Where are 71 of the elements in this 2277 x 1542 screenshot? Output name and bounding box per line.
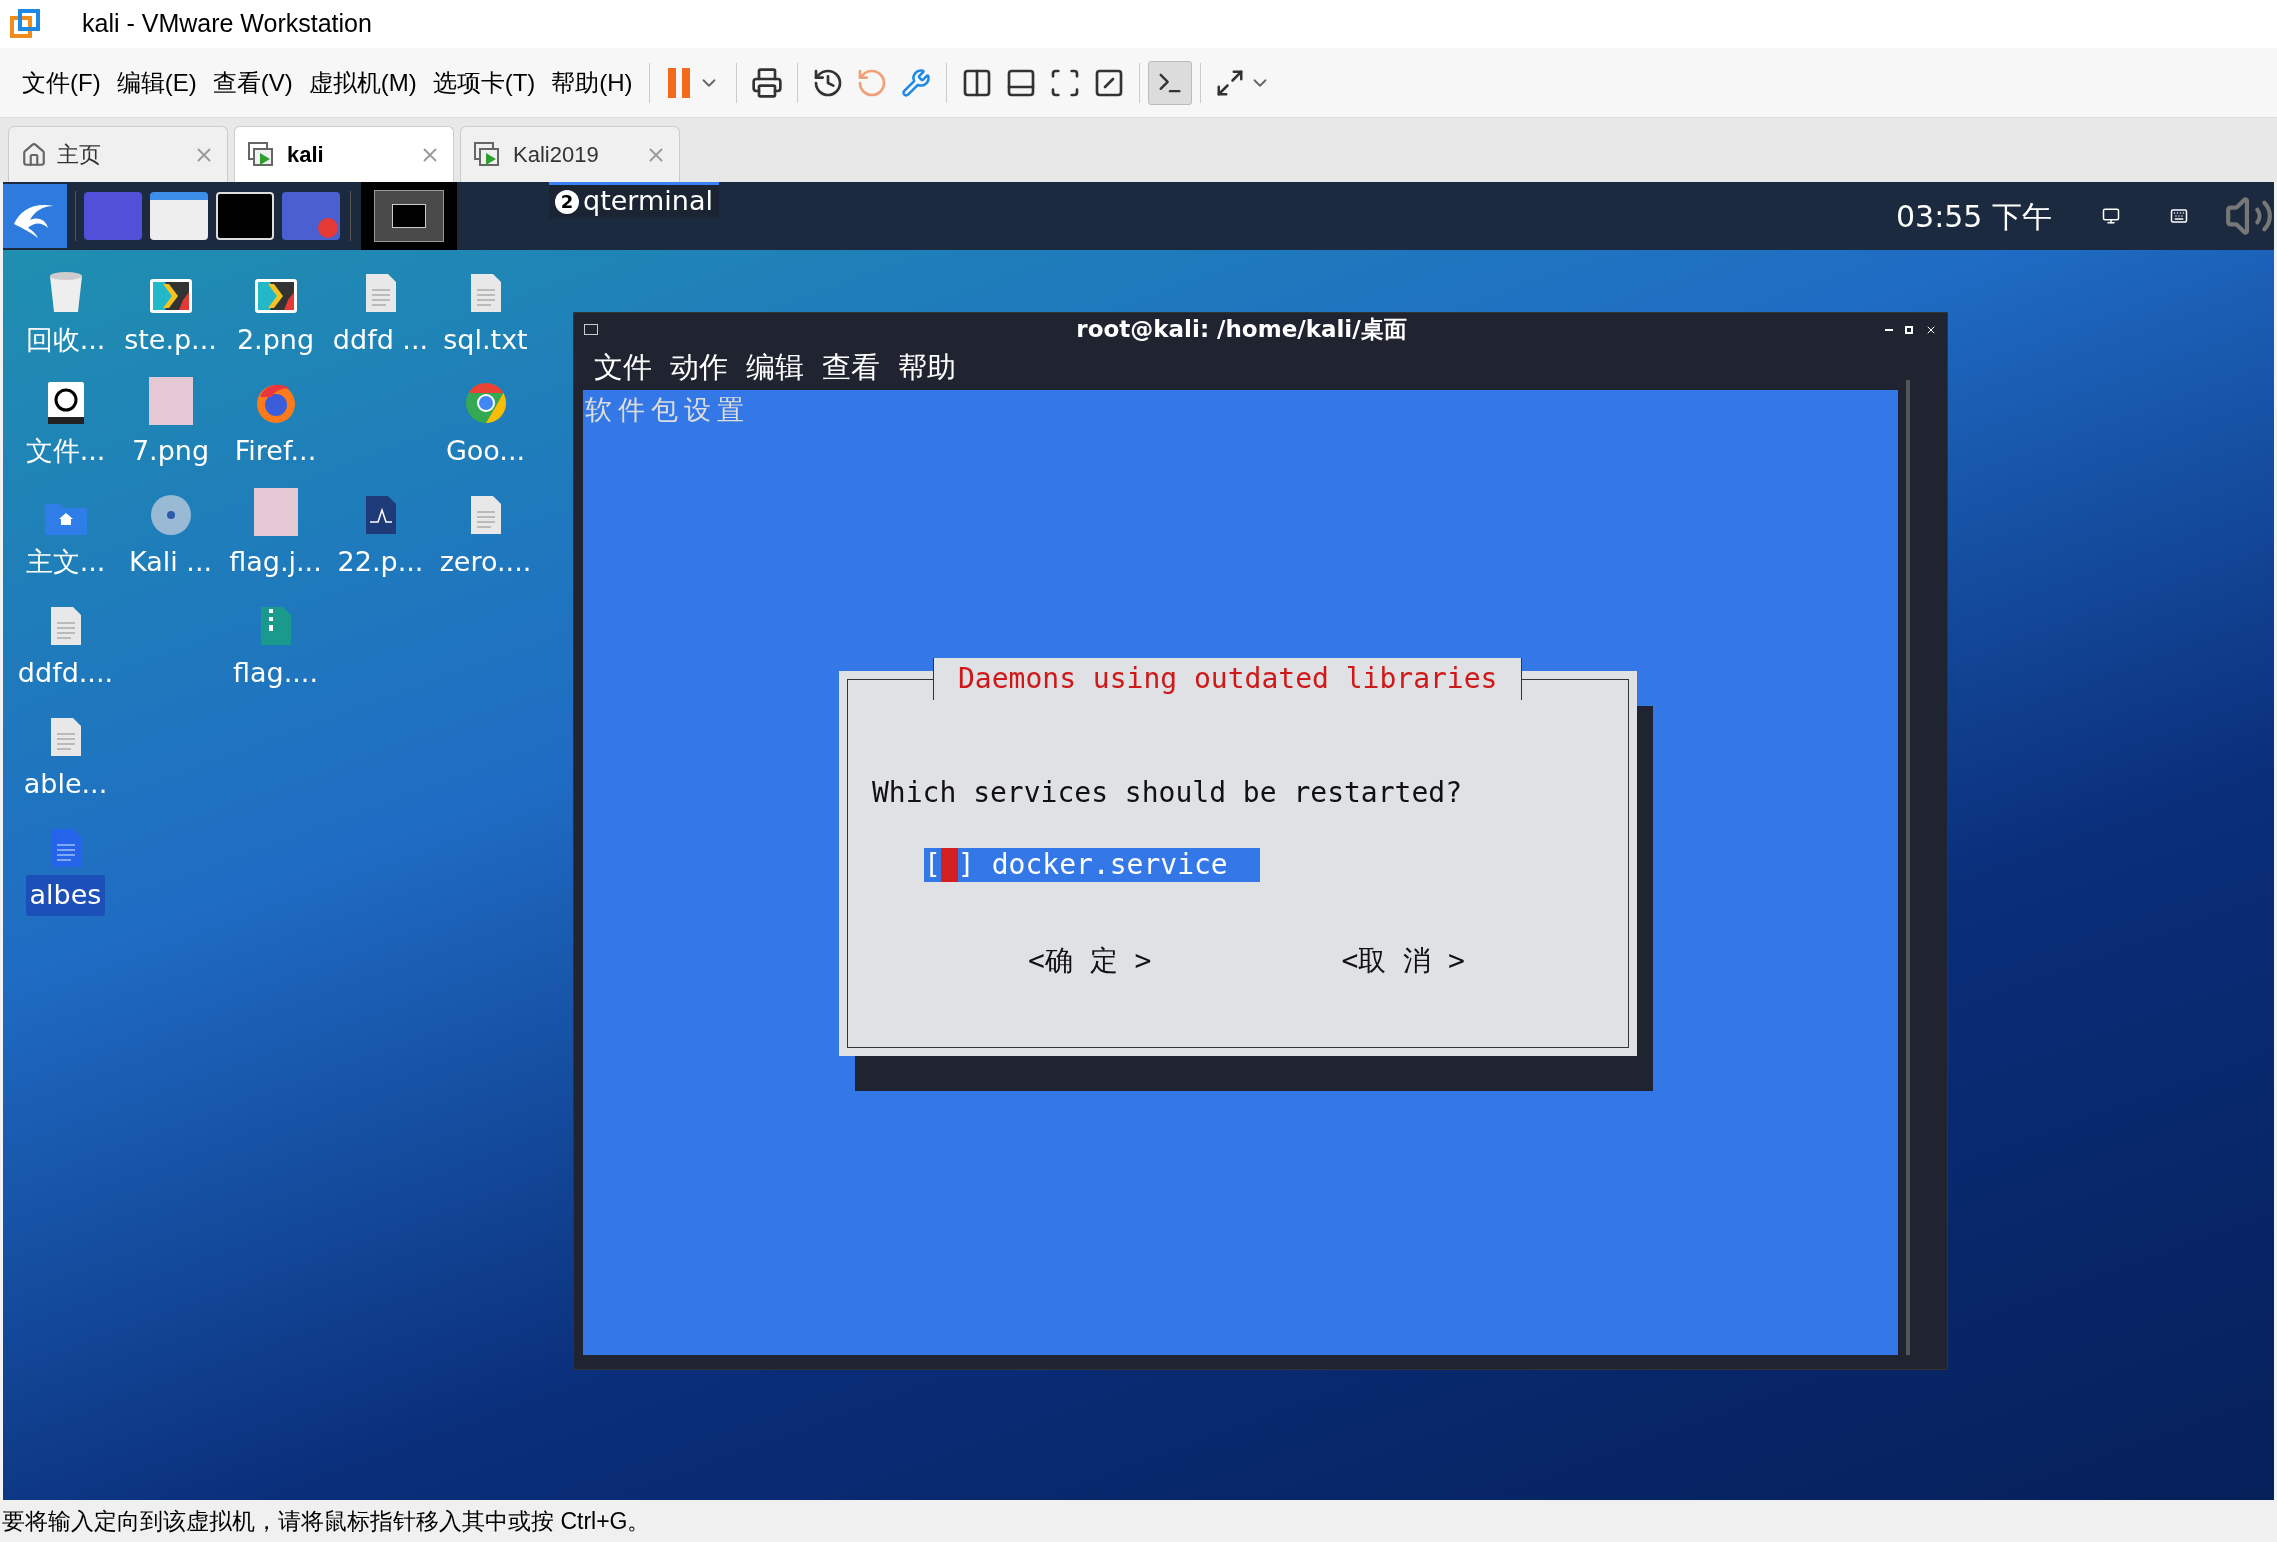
terminal-launcher-icon[interactable] [216,192,274,240]
menu-item[interactable]: 文件 [588,346,658,390]
maximize-icon[interactable] [1905,325,1913,334]
desktop-icon-label[interactable]: Firef... [230,431,321,472]
disc-icon [149,494,192,536]
text-file-icon [468,272,503,314]
tab[interactable]: kali [234,126,454,182]
menu-item[interactable]: 帮助(H) [543,64,641,101]
app-logo-icon [10,8,42,40]
app-icon [148,278,193,314]
menu-item[interactable]: 查看(V) [204,64,301,101]
text-file-icon [48,605,83,647]
terminal-task-icon[interactable] [374,190,444,242]
tab[interactable]: Kali2019 [460,126,680,182]
app-icon [253,278,298,314]
menu-item[interactable]: 动作 [664,346,734,390]
tab[interactable]: 主页 [8,126,228,182]
desktop-icon-label[interactable]: Kali ... [124,542,217,583]
pause-icon [665,65,692,100]
status-message: 要将输入定向到该虚拟机，请将鼠标指针移入其中或按 Ctrl+G。 [2,1506,651,1536]
photo-placeholder [253,488,298,536]
desktop-icon-label[interactable]: Goo... [441,431,530,472]
chart-file-icon [363,494,398,536]
dialog-button[interactable]: <确 定 > [1028,939,1152,982]
menu-item[interactable]: 虚拟机(M) [300,64,425,101]
console-button[interactable] [1147,60,1192,105]
desktop-icon-label[interactable]: ddfd ... [328,320,433,361]
desktop-icon-label[interactable]: ddfd.... [13,653,118,694]
desktop-icon-label[interactable]: flag.j... [225,542,326,583]
dialog-button[interactable]: <取 消 > [1341,939,1465,982]
dialog-question: Which services should be restarted? [872,774,1463,811]
desktop-icon-label[interactable]: 回收... [21,320,110,361]
desktop-icon-label[interactable]: able... [19,764,112,805]
disk-drive-icon [46,381,85,425]
kali-menu-icon[interactable] [3,184,67,248]
menu-item[interactable]: 查看 [816,346,886,390]
text-file-icon [468,494,503,536]
menu-item[interactable]: 文件(F) [14,64,109,101]
desktop-icon-label[interactable]: 主文... [21,542,110,583]
window-menu-icon[interactable] [584,324,598,335]
desktop-icon-label[interactable]: albes [25,875,106,916]
text-file-icon [48,716,83,758]
document-icon [48,827,83,869]
terminal-title: root@kali: /home/kali/桌面 [1075,315,1408,345]
folder-launcher-icon[interactable] [150,192,208,240]
menu-item[interactable]: 编辑 [740,346,810,390]
task-button[interactable]: 2 qterminal [549,182,719,218]
menu-item[interactable]: 选项卡(T) [424,64,544,101]
clock: 03:55 下午 [1896,197,2052,236]
menu-item[interactable]: 帮助 [892,346,962,390]
desktop-icon-label[interactable]: 7.png [127,431,214,472]
photo-placeholder [148,377,193,425]
menu-item[interactable]: 编辑(E) [108,64,205,101]
window-title: kali - VMware Workstation [82,8,372,40]
dialog-title: Daemons using outdated libraries [933,657,1523,700]
text-file-icon [363,272,398,314]
desktop-icon-label[interactable]: 22.p... [333,542,428,583]
checkbox[interactable] [940,847,958,882]
browser-icon [463,381,508,425]
desktop-icon-label[interactable]: 2.png [232,320,319,361]
desktop-icon-label[interactable]: 文件... [21,431,110,472]
minimize-icon[interactable] [1885,328,1893,331]
service-option[interactable]: [ ] docker.service [924,847,1260,882]
keyboard-icon[interactable] [2170,207,2188,225]
desktop-icon-label[interactable]: sql.txt [439,320,532,361]
package-config-header: 软件包设置 [585,392,750,427]
home-icon [21,141,47,168]
archive-icon [258,605,293,647]
desktop-icon-label[interactable]: ste.p... [120,320,221,361]
desktop-icon-label[interactable]: flag.... [229,653,322,694]
desktop-icon-label[interactable]: zero.... [435,542,536,583]
